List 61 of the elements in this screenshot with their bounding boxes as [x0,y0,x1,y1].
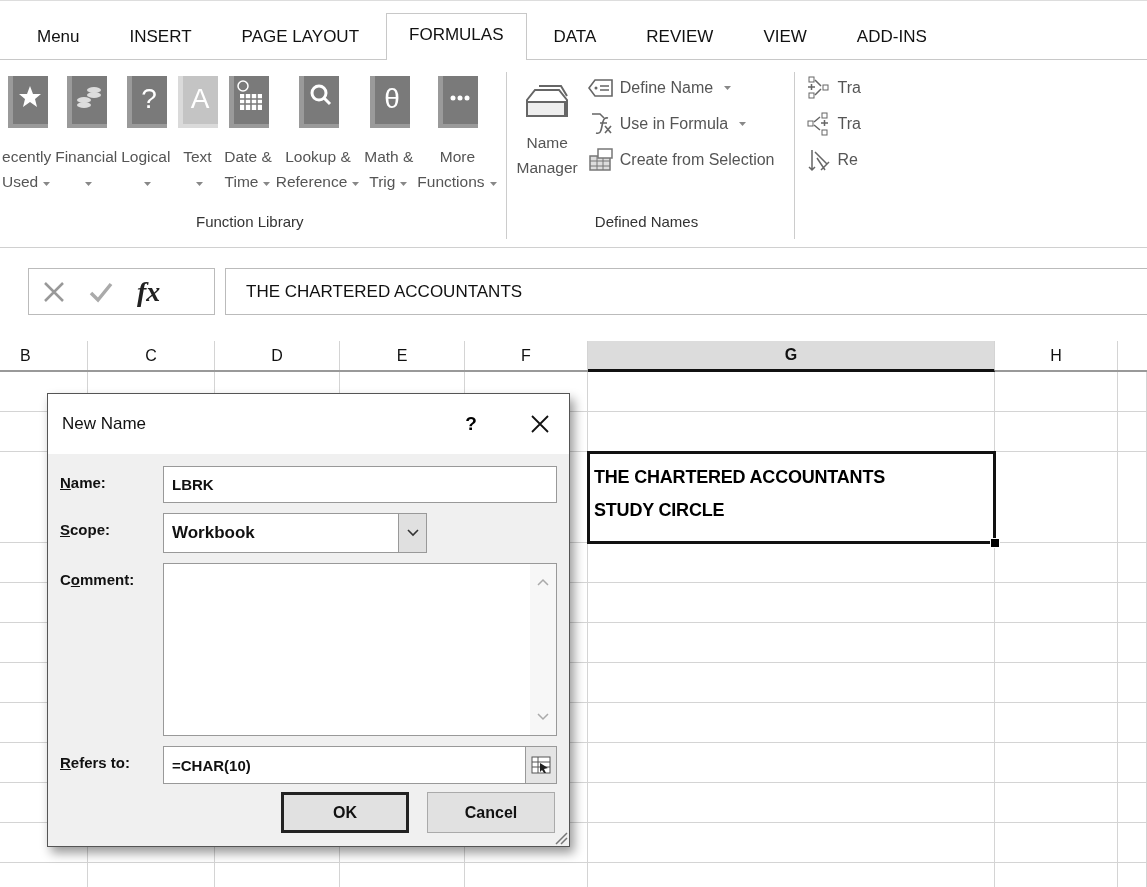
ribbon-command[interactable]: Re [803,144,865,176]
ribbon-command[interactable]: Tra [803,72,865,104]
cancel-button[interactable] [43,280,65,303]
group-label: Defined Names [593,213,700,232]
field-label: Comment: [60,570,136,590]
function-button[interactable]: ecently Used [0,72,54,196]
column-header[interactable]: D [215,341,340,370]
fill-handle[interactable] [990,538,1000,548]
ribbon-tab[interactable]: ADD-INS [833,15,950,60]
ribbon-tab[interactable]: VIEW [740,15,830,60]
tag-icon [587,78,614,98]
enter-button[interactable] [89,280,113,303]
name-manager-button[interactable]: Name Manager [514,72,580,182]
resize-grip-icon[interactable] [554,831,568,845]
column-header[interactable]: C [88,341,215,370]
ribbon-command[interactable]: Use in Formula [583,108,779,140]
table-icon [587,148,614,172]
function-button[interactable]: A Text [172,72,223,196]
formula-input-field[interactable]: THE CHARTERED ACCOUNTANTS [225,268,1147,315]
function-button[interactable]: Lookup & Reference [273,72,363,196]
field-label: Name: [60,473,107,493]
function-button[interactable]: More Functions [415,72,500,196]
scope-dropdown[interactable]: Workbook [163,513,427,553]
ribbon-tab[interactable]: INSERT [106,15,215,60]
ribbon-command[interactable]: Define Name [583,72,779,104]
column-header[interactable]: B [0,341,88,370]
ribbon-tab[interactable]: Menu [14,15,103,60]
ribbon-tab[interactable]: FORMULAS [386,13,527,60]
remove-arrows-icon [807,148,832,172]
help-button[interactable]: ? [451,413,491,435]
column-header[interactable]: G [588,341,995,372]
scroll-down-icon [537,713,549,721]
spreadsheet-cell[interactable]: THE CHARTERED ACCOUNTANTS STUDY CIRCLE [588,452,995,543]
ok-button[interactable]: OK [281,792,409,833]
ribbon-tab[interactable]: REVIEW [623,15,737,60]
close-icon [531,415,549,433]
group-label: Function Library [195,213,305,232]
field-label: Refers to: [60,753,132,773]
function-button[interactable]: Date & Time [222,72,274,196]
refers-to-field[interactable]: =CHAR(10) [163,746,557,784]
chevron-down-icon [406,529,419,537]
column-header[interactable]: H [995,341,1118,370]
cancel-button[interactable]: Cancel [427,792,555,833]
function-button[interactable]: ? Logical [119,72,173,196]
scrollbar[interactable] [530,564,556,735]
dialog-title: New Name [62,414,148,434]
function-button[interactable]: θ Math & Trig [362,72,416,196]
function-button[interactable]: Financial [53,72,120,196]
ribbon-command[interactable]: Create from Selection [583,144,779,176]
check-icon [89,280,113,303]
scroll-up-icon [537,578,549,586]
field-label: Scope: [60,520,112,540]
range-select-icon [531,756,551,774]
ribbon-command[interactable]: Tra [803,108,865,140]
ribbon-tab[interactable]: DATA [530,15,620,60]
trace-arrows-icon [807,76,832,100]
insert-function-button[interactable]: fx [137,276,161,307]
name-input-field[interactable]: LBRK [163,466,557,503]
ribbon-tab[interactable]: PAGE LAYOUT [218,15,383,60]
column-header[interactable]: E [340,341,465,370]
close-icon [43,280,65,303]
